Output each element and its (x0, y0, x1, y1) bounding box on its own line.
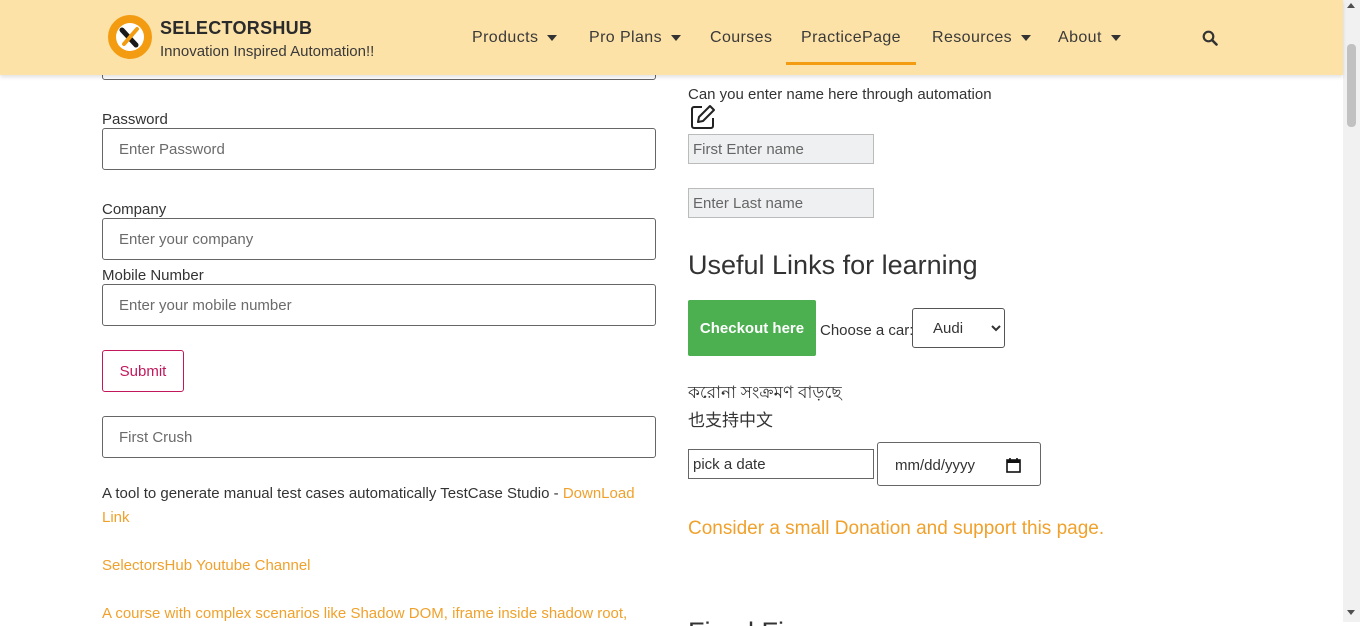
password-label: Password (102, 111, 168, 128)
company-label: Company (102, 201, 167, 218)
useful-links-heading: Useful Links for learning (688, 250, 978, 280)
chinese-text: 也支持中文 (688, 411, 773, 430)
automation-prompt: Can you enter name here through automati… (688, 86, 992, 103)
logo-mark-icon (116, 23, 144, 51)
brand-name[interactable]: SELECTORSHUB (160, 18, 312, 39)
mobile-label: Mobile Number (102, 267, 204, 284)
site-header: SELECTORSHUB Innovation Inspired Automat… (0, 0, 1343, 75)
date-placeholder: mm/dd/yyyy (895, 457, 976, 474)
active-nav-underline (786, 62, 916, 65)
caret-down-icon (1021, 34, 1032, 41)
date-picker-input[interactable]: mm/dd/yyyy (877, 442, 1041, 486)
nav-resources-label: Resources (932, 29, 1013, 46)
testcase-studio-text: A tool to generate manual test cases aut… (102, 482, 647, 530)
nav-products[interactable]: Products (472, 29, 558, 47)
youtube-channel-link[interactable]: SelectorsHub Youtube Channel (102, 557, 311, 574)
company-field[interactable] (102, 218, 656, 260)
choose-car-label: Choose a car: (820, 322, 914, 339)
calendar-icon[interactable] (1006, 457, 1021, 473)
search-icon[interactable] (1202, 30, 1218, 51)
brand-tagline: Innovation Inspired Automation!! (160, 43, 375, 60)
bengali-text: করোনা সংক্রমণ বাড়ছে (688, 383, 842, 402)
course-link[interactable]: A course with complex scenarios like Sha… (102, 605, 627, 622)
mobile-field[interactable] (102, 284, 656, 326)
first-crush-field[interactable] (102, 416, 656, 458)
caret-down-icon (547, 34, 558, 41)
youtube-link-row: SelectorsHub Youtube Channel (102, 554, 647, 578)
nav-resources[interactable]: Resources (932, 29, 1032, 47)
selectorshub-logo[interactable] (108, 15, 152, 59)
scroll-up-arrow-icon[interactable] (1347, 3, 1355, 8)
scroll-down-arrow-icon[interactable] (1347, 610, 1355, 615)
scrollbar-thumb[interactable] (1347, 44, 1356, 127)
nav-about[interactable]: About (1058, 29, 1121, 47)
nav-practice-page[interactable]: PracticePage (801, 29, 901, 47)
caret-down-icon (1110, 34, 1121, 41)
nav-courses[interactable]: Courses (710, 29, 772, 47)
nav-about-label: About (1058, 29, 1102, 46)
partial-heading: Fixed Fi (688, 612, 798, 626)
nav-practice-page-label: PracticePage (801, 29, 901, 46)
course-link-row: A course with complex scenarios like Sha… (102, 602, 662, 626)
first-name-field[interactable] (688, 134, 874, 164)
nav-courses-label: Courses (710, 29, 773, 46)
car-select[interactable]: Audi (912, 308, 1005, 348)
nav-pro-plans-label: Pro Plans (589, 29, 662, 46)
pick-date-field[interactable] (688, 449, 874, 479)
password-field[interactable] (102, 128, 656, 170)
donation-link[interactable]: Consider a small Donation and support th… (688, 518, 1104, 540)
edit-icon[interactable] (689, 103, 717, 136)
nav-products-label: Products (472, 29, 539, 46)
caret-down-icon (670, 34, 681, 41)
checkout-button[interactable]: Checkout here (688, 300, 816, 356)
submit-button[interactable]: Submit (102, 350, 184, 392)
nav-pro-plans[interactable]: Pro Plans (589, 29, 681, 47)
testcase-studio-label: A tool to generate manual test cases aut… (102, 485, 563, 502)
last-name-field[interactable] (688, 188, 874, 218)
